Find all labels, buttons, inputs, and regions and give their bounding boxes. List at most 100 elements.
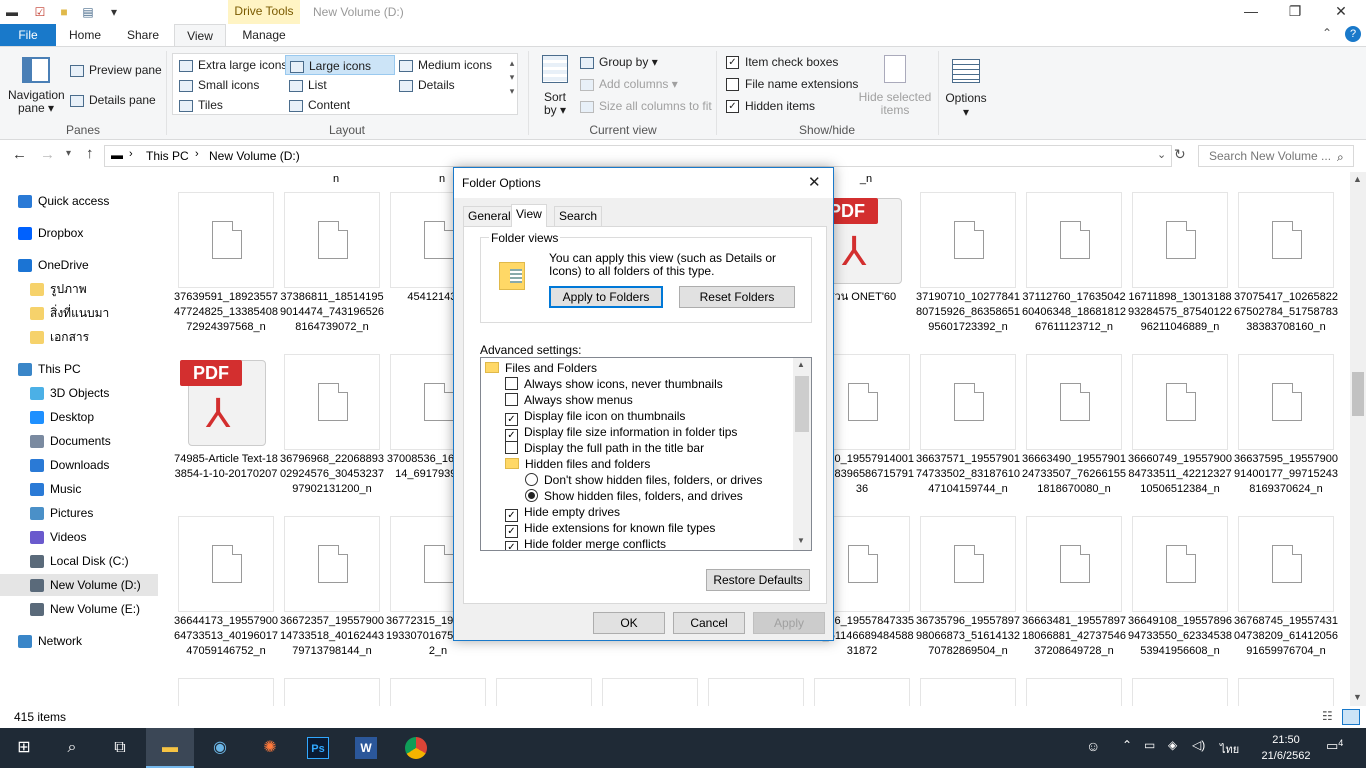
chevron-up-icon[interactable]: ⌃ [1322,26,1332,40]
advanced-list-scrollbar[interactable]: ▲ ▼ [793,358,811,550]
advanced-setting-radio[interactable]: Show hidden files, folders, and drives [525,488,743,504]
layout-scroll-arrows-icon[interactable]: ▴ ▾ ▾ [507,56,517,98]
back-icon[interactable]: ← [12,146,27,163]
file-thumbnail[interactable] [708,678,804,706]
group-by-button[interactable]: Group by ▾ [580,55,658,69]
file-explorer-icon[interactable]: ▬ [146,728,194,768]
advanced-setting-check[interactable]: Display the full path in the title bar [505,440,704,456]
search-icon[interactable]: ⌕ [48,728,96,768]
file-item[interactable]: 37075417_1026582267502784_51758783383837… [1234,192,1342,352]
file-thumbnail[interactable] [390,678,486,706]
nav-item[interactable]: 3D Objects [0,382,158,404]
tab-general[interactable]: General [463,206,516,226]
advanced-setting-check[interactable]: Always show menus [505,392,633,408]
battery-icon[interactable]: ▭ [1144,738,1155,752]
tab-manage[interactable]: Manage [234,24,294,46]
preview-pane-button[interactable]: Preview pane [70,63,162,77]
breadcrumb-chevron-icon[interactable]: › [195,148,199,160]
recent-locations-icon[interactable]: ▾ [66,148,71,159]
layout-extra-large-icons[interactable]: Extra large icons [175,55,287,75]
new-folder-icon[interactable]: ■ [56,4,72,20]
task-view-icon[interactable]: ⧉ [96,728,144,768]
large-icons-view-icon[interactable] [1342,709,1360,725]
details-pane-button[interactable]: Details pane [70,93,156,107]
layout-content[interactable]: Content [285,95,393,115]
file-item[interactable]: 36672357_1955790014733518_40162443797137… [280,516,388,676]
file-item[interactable]: 36796968_2206889302924576_30453237979021… [280,354,388,514]
file-item[interactable]: 37639591_1892355747724825_13385408729243… [174,192,282,352]
reset-folders-button[interactable]: Reset Folders [679,286,795,308]
tab-view[interactable]: View [174,24,226,46]
maximize-button[interactable]: ❐ [1272,0,1318,24]
file-item[interactable]: 37112760_1763504260406348_18681812676111… [1022,192,1130,352]
apply-button[interactable]: Apply [753,612,825,634]
ok-button[interactable]: OK [593,612,665,634]
refresh-icon[interactable]: ↻ [1174,146,1186,163]
nav-item[interactable]: OneDrive [0,254,158,276]
breadcrumb-this-pc[interactable]: This PC [146,149,189,163]
size-columns-button[interactable]: Size all columns to fit [580,99,712,113]
file-item[interactable]: PDF ⅄ 74985-Article Text-183854-1-10-20170… [174,354,282,514]
tab-share[interactable]: Share [120,24,166,46]
scroll-up-icon[interactable]: ▲ [1353,174,1362,184]
advanced-setting-radio[interactable]: Don't show hidden files, folders, or dri… [525,472,762,488]
up-icon[interactable]: ↑ [86,145,94,162]
file-item[interactable]: 36637595_1955790091400177_99715243816937… [1234,354,1342,514]
nav-item[interactable]: Dropbox [0,222,158,244]
breadcrumb-chevron-icon[interactable]: › [129,148,133,160]
layout-small-icons[interactable]: Small icons [175,75,283,95]
start-windows-icon[interactable]: ⊞ [0,728,48,768]
file-thumbnail[interactable] [496,678,592,706]
file-item[interactable]: 36660749_1955790084733511_42212327105065… [1128,354,1236,514]
nav-item[interactable]: Local Disk (C:) [0,550,158,572]
file-thumbnail[interactable] [814,678,910,706]
hide-selected-items-button[interactable]: Hide selected items [856,91,934,117]
tab-view[interactable]: View [511,204,547,227]
options-button[interactable]: Options ▾ [944,91,988,119]
navigation-pane-button[interactable]: Navigation pane ▾ [8,89,65,115]
input-language[interactable]: ไทย [1220,740,1239,758]
address-dropdown-icon[interactable]: ⌄ [1157,148,1166,161]
chevron-down-icon[interactable]: ▾ [106,4,122,20]
file-item[interactable]: 36637571_1955790174733502_83187610471041… [916,354,1024,514]
file-item[interactable]: 16711898_1301318893284575_87540122962110… [1128,192,1236,352]
scrollbar-thumb[interactable] [1352,372,1364,416]
file-item[interactable]: 36644173_1955790064733513_40196017470591… [174,516,282,676]
vertical-scrollbar[interactable]: ▲ ▼ [1350,172,1366,706]
nav-item[interactable]: New Volume (E:) [0,598,158,620]
file-thumbnail[interactable] [1026,678,1122,706]
hidden-items-toggle[interactable]: ✓ Hidden items [726,99,815,114]
advanced-setting-check[interactable]: ✓ Display file icon on thumbnails [505,408,685,426]
nav-item[interactable]: Quick access [0,190,158,212]
file-thumbnail[interactable] [602,678,698,706]
app-icon[interactable]: ✺ [246,728,294,768]
properties-icon[interactable]: ☑ [32,4,48,20]
layout-tiles[interactable]: Tiles [175,95,283,115]
layout-list[interactable]: List [285,75,393,95]
tab-home[interactable]: Home [62,24,108,46]
help-icon[interactable]: ? [1345,26,1361,42]
show-hidden-icons-icon[interactable]: ⌃ [1122,738,1132,752]
apply-to-folders-button[interactable]: Apply to Folders [549,286,663,308]
nav-item[interactable]: Desktop [0,406,158,428]
layout-large-icons[interactable]: Large icons [285,55,395,75]
close-button[interactable]: ✕ [1318,0,1364,24]
nav-item[interactable]: Network [0,630,158,652]
address-bar[interactable]: ▬ › This PC › New Volume (D:) ⌄ [104,145,1172,167]
forward-icon[interactable]: → [40,146,55,163]
file-item[interactable]: 36663481_1955789718066881_42737546372086… [1022,516,1130,676]
search-input[interactable]: Search New Volume ... ⌕ [1198,145,1354,167]
file-item[interactable]: 37190710_1027784180715926_86358651956017… [916,192,1024,352]
advanced-setting-check[interactable]: ✓ Hide folder merge conflicts [505,536,666,550]
file-item[interactable]: 37386811_185141959014474_743196526816473… [280,192,388,352]
nav-item[interactable]: รูปภาพ [0,278,158,300]
nav-item[interactable]: Pictures [0,502,158,524]
quick-access-toolbar-icon[interactable]: ▤ [80,4,96,20]
volume-icon[interactable]: ◁) [1192,738,1205,752]
app-icon[interactable]: ◉ [196,728,244,768]
nav-item[interactable]: สิ่งที่แนบมา [0,302,158,324]
file-thumbnail[interactable] [1132,678,1228,706]
nav-item[interactable]: This PC [0,358,158,380]
file-item[interactable]: 36649108_1955789694733550_62334538539419… [1128,516,1236,676]
nav-item[interactable]: Downloads [0,454,158,476]
